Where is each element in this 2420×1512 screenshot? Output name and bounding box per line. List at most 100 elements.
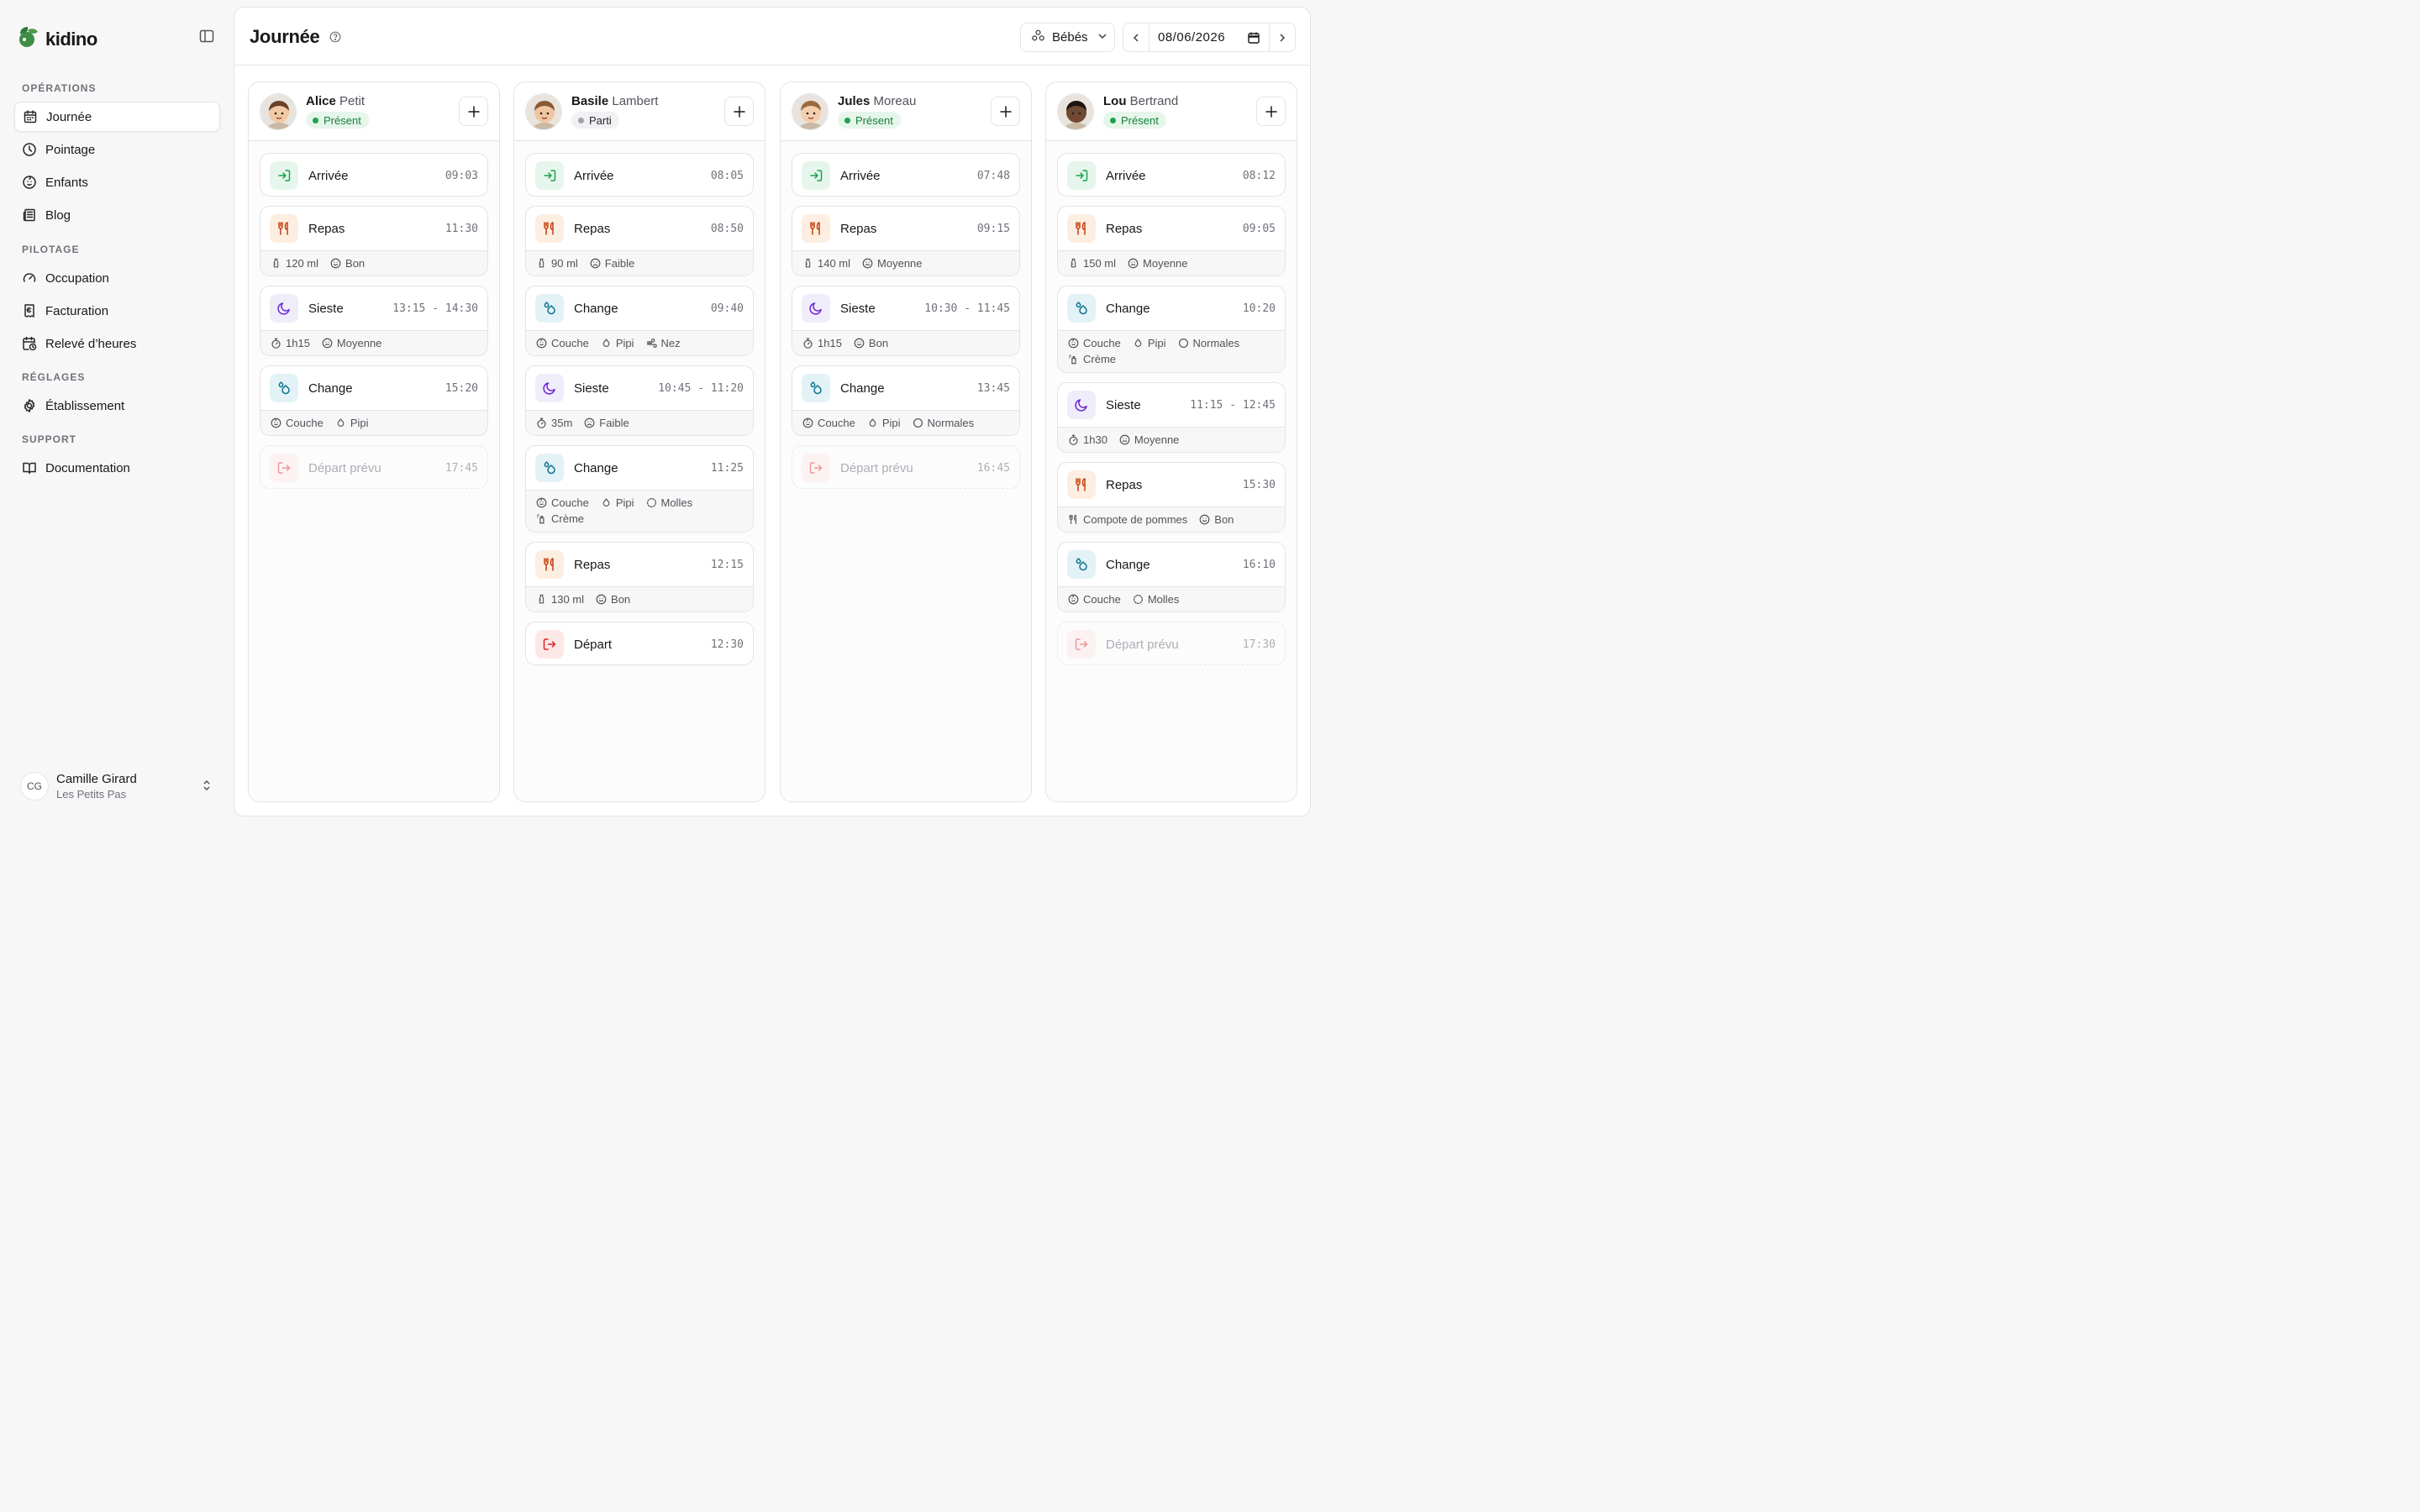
sidebar-item-label: Occupation <box>45 270 109 286</box>
event-details: 1h15 Moyenne <box>260 330 487 355</box>
event-card-sieste[interactable]: Sieste 13:15 - 14:30 1h15 Moyenne <box>260 286 488 356</box>
event-card-arrivee[interactable]: Arrivée 07:48 <box>792 153 1020 197</box>
help-icon[interactable] <box>329 31 341 43</box>
event-detail: Moyenne <box>862 257 923 270</box>
event-card-repas[interactable]: Repas 09:05 150 ml Moyenne <box>1057 206 1286 276</box>
event-time: 10:30 - 11:45 <box>924 302 1010 315</box>
event-details: 1h30 Moyenne <box>1058 427 1285 452</box>
event-time: 17:45 <box>445 461 478 475</box>
event-label: Arrivée <box>308 168 349 183</box>
plus-icon <box>998 104 1013 119</box>
event-card-depart[interactable]: Départ prévu 16:45 <box>792 445 1020 489</box>
sidebar-item-enfants[interactable]: Enfants <box>14 167 220 197</box>
event-time: 12:30 <box>710 638 744 651</box>
event-card-change[interactable]: Change 11:25 Couche Pipi Molles Crème <box>525 445 754 533</box>
previous-day-button[interactable] <box>1123 24 1150 51</box>
sidebar-item-occupation[interactable]: Occupation <box>14 263 220 293</box>
event-detail: Bon <box>330 257 365 270</box>
event-card-change[interactable]: Change 16:10 Couche Molles <box>1057 542 1286 612</box>
event-label: Repas <box>1106 221 1143 236</box>
sidebar-item-etablissement[interactable]: Établissement <box>14 391 220 421</box>
event-card-change[interactable]: Change 10:20 Couche Pipi Normales Crème <box>1057 286 1286 373</box>
event-time: 08:12 <box>1242 169 1276 182</box>
event-detail-text: 1h30 <box>1083 433 1107 446</box>
event-card-header: Change 16:10 <box>1058 543 1285 586</box>
chevron-down-icon <box>1097 30 1108 45</box>
event-card-repas[interactable]: Repas 15:30 Compote de pommes Bon <box>1057 462 1286 533</box>
gauge-icon <box>22 270 37 286</box>
event-card-depart[interactable]: Départ prévu 17:45 <box>260 445 488 489</box>
user-menu[interactable]: CG Camille Girard Les Petits Pas <box>20 769 222 803</box>
event-card-header: Change 09:40 <box>526 286 753 330</box>
add-event-button[interactable] <box>724 97 754 126</box>
event-time: 16:10 <box>1242 558 1276 571</box>
event-card-depart[interactable]: Départ 12:30 <box>525 622 754 665</box>
date-input[interactable]: 08/06/2026 <box>1150 30 1269 45</box>
event-card-change[interactable]: Change 15:20 Couche Pipi <box>260 365 488 436</box>
event-time: 13:15 - 14:30 <box>392 302 478 315</box>
event-detail: 1h30 <box>1068 433 1107 446</box>
event-card-repas[interactable]: Repas 12:15 130 ml Bon <box>525 542 754 612</box>
status-label: Présent <box>855 113 893 127</box>
sidebar-item-blog[interactable]: Blog <box>14 200 220 230</box>
sidebar-item-facturation[interactable]: Facturation <box>14 296 220 326</box>
event-time: 08:05 <box>710 169 744 182</box>
sidebar-item-journee[interactable]: Journée <box>14 102 220 132</box>
event-card-change[interactable]: Change 09:40 Couche Pipi Nez <box>525 286 754 356</box>
event-label: Repas <box>308 221 345 236</box>
child-avatar <box>1057 93 1094 130</box>
event-detail: Normales <box>913 417 974 429</box>
meh-icon <box>1128 258 1139 269</box>
event-detail-text: Bon <box>868 337 889 349</box>
gear-icon <box>22 398 37 413</box>
droplets-icon <box>1067 550 1096 579</box>
login-icon <box>1067 161 1096 190</box>
event-card-arrivee[interactable]: Arrivée 09:03 <box>260 153 488 197</box>
event-card-change[interactable]: Change 13:45 Couche Pipi Normales <box>792 365 1020 436</box>
login-icon <box>270 161 298 190</box>
utensils-icon <box>1067 214 1096 243</box>
event-detail: Couche <box>802 417 855 429</box>
app-root: kidino OPÉRATIONS Journée Pointage Enfants B… <box>0 0 1318 823</box>
add-event-button[interactable] <box>1256 97 1286 126</box>
sidebar-item-pointage[interactable]: Pointage <box>14 134 220 165</box>
event-card-sieste[interactable]: Sieste 10:30 - 11:45 1h15 Bon <box>792 286 1020 356</box>
child-name: Alice Petit <box>306 94 365 108</box>
event-card-arrivee[interactable]: Arrivée 08:05 <box>525 153 754 197</box>
child-column-header: Lou Bertrand Présent <box>1046 82 1297 141</box>
event-card-arrivee[interactable]: Arrivée 08:12 <box>1057 153 1286 197</box>
plus-icon <box>732 104 747 119</box>
event-detail: 1h15 <box>271 337 310 349</box>
sidebar-item-releve-d-heures[interactable]: Relevé d’heures <box>14 328 220 359</box>
event-card-repas[interactable]: Repas 11:30 120 ml Bon <box>260 206 488 276</box>
sidebar-item-documentation[interactable]: Documentation <box>14 453 220 483</box>
event-label: Repas <box>574 221 611 236</box>
main-panel: Journée Bébés 08/06/2026 Alice Petit Pré… <box>234 7 1311 816</box>
sidebar: kidino OPÉRATIONS Journée Pointage Enfants B… <box>0 0 234 823</box>
event-card-repas[interactable]: Repas 08:50 90 ml Faible <box>525 206 754 276</box>
event-detail: Couche <box>536 496 589 509</box>
event-detail-text: 140 ml <box>818 257 851 270</box>
event-card-sieste[interactable]: Sieste 11:15 - 12:45 1h30 Moyenne <box>1057 382 1286 453</box>
event-detail: Pipi <box>601 496 634 509</box>
brand[interactable]: kidino <box>17 25 97 53</box>
add-event-button[interactable] <box>991 97 1020 126</box>
next-day-button[interactable] <box>1269 24 1295 51</box>
event-detail: Couche <box>1068 337 1121 349</box>
event-label: Change <box>1106 301 1150 316</box>
meh-icon <box>322 338 333 349</box>
sidebar-toggle-icon[interactable] <box>198 28 215 45</box>
event-card-depart[interactable]: Départ prévu 17:30 <box>1057 622 1286 665</box>
event-label: Départ prévu <box>1106 637 1179 652</box>
event-card-sieste[interactable]: Sieste 10:45 - 11:20 35m Faible <box>525 365 754 436</box>
event-detail: Molles <box>646 496 692 509</box>
timer-icon <box>536 417 547 428</box>
add-event-button[interactable] <box>459 97 488 126</box>
event-detail-text: Bon <box>1214 513 1234 526</box>
group-select-value: Bébés <box>1052 30 1088 45</box>
event-card-repas[interactable]: Repas 09:15 140 ml Moyenne <box>792 206 1020 276</box>
group-select[interactable]: Bébés <box>1020 23 1115 52</box>
child-first-name: Jules <box>838 94 871 108</box>
timer-icon <box>802 338 813 349</box>
event-details: 140 ml Moyenne <box>792 250 1019 276</box>
